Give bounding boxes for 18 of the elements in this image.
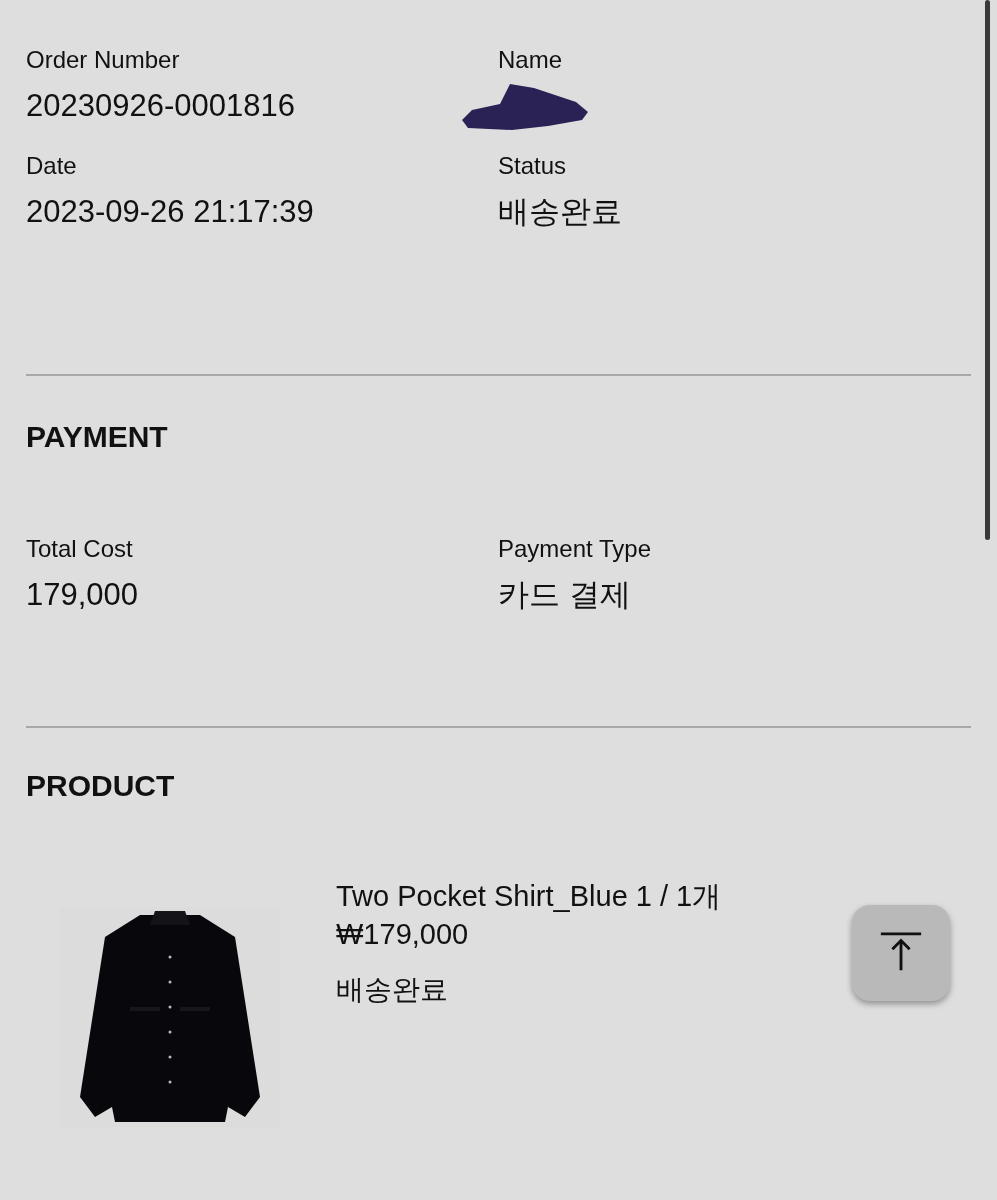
field-label: Status: [498, 151, 568, 181]
section-heading: PAYMENT: [26, 419, 169, 455]
field-value: 2023-09-26 21:17:39: [26, 194, 315, 230]
back-to-top-button[interactable]: [852, 905, 950, 1001]
product-title[interactable]: Two Pocket Shirt_Blue 1 / 1개: [336, 878, 722, 914]
field-label: Date: [26, 151, 78, 181]
product-status: 배송완료: [336, 973, 449, 1007]
field-value: 배송완료: [498, 194, 623, 230]
field-value: 179,000: [26, 577, 140, 613]
product-price: ₩179,000: [336, 917, 470, 952]
field-label: Payment Type: [498, 534, 652, 564]
field-label: Name: [498, 45, 564, 75]
field-label: Order Number: [26, 45, 181, 75]
field-label: Total Cost: [26, 534, 134, 564]
field-value: 20230926-0001816: [26, 88, 296, 124]
section-heading: PRODUCT: [26, 768, 176, 804]
scrollbar-thumb[interactable]: [985, 0, 990, 540]
field-value: 카드 결제: [498, 577, 632, 613]
